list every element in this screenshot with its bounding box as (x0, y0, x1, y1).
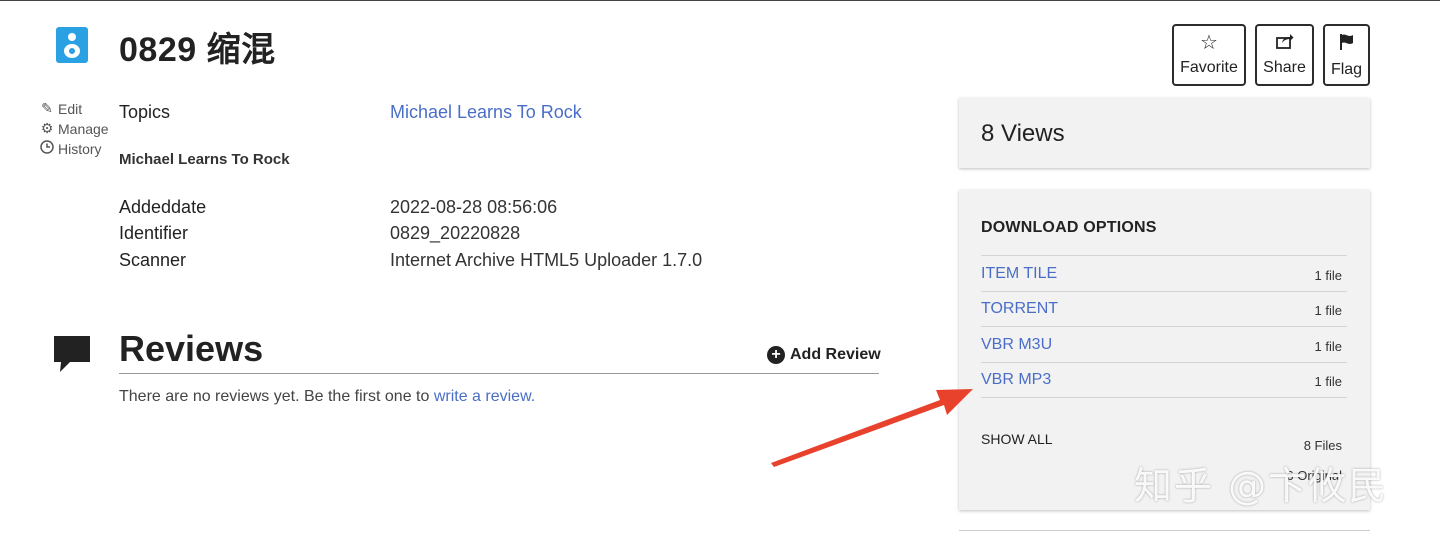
flag-button[interactable]: Flag (1323, 24, 1370, 86)
meta-key-identifier: Identifier (119, 223, 189, 243)
favorite-button[interactable]: ☆ Favorite (1172, 24, 1246, 86)
divider (981, 362, 1347, 363)
top-border (0, 0, 1440, 1)
manage-label: Manage (58, 120, 109, 137)
favorite-label: Favorite (1180, 59, 1238, 76)
edit-label: Edit (58, 100, 83, 117)
item-description: Michael Learns To Rock (119, 151, 290, 168)
next-panel-edge (959, 530, 1370, 536)
topics-link[interactable]: Michael Learns To Rock (390, 102, 582, 123)
meta-value-addeddate: 2022-08-28 08:56:06 (390, 197, 558, 217)
download-vbr-mp3-count: 1 file (1314, 374, 1342, 389)
add-review-button[interactable]: + Add Review (767, 346, 881, 364)
plus-circle-icon: + (767, 346, 785, 364)
no-reviews-text: There are no reviews yet. Be the first o… (119, 388, 434, 405)
meta-value-identifier: 0829_20220828 (390, 223, 521, 243)
watermark-text: 知乎 @卞攸民 (1134, 464, 1389, 508)
divider (981, 397, 1347, 398)
views-count: 8 Views (981, 120, 1065, 147)
no-reviews-message: There are no reviews yet. Be the first o… (119, 388, 535, 406)
download-item-tile-link[interactable]: ITEM TILE (981, 265, 1057, 283)
divider (981, 255, 1347, 256)
page-title: 0829 缩混 (119, 31, 276, 69)
speech-bubble-icon (52, 335, 92, 373)
history-link[interactable]: History (39, 140, 102, 157)
clock-icon (39, 140, 55, 157)
share-label: Share (1263, 59, 1306, 76)
share-button[interactable]: Share (1255, 24, 1314, 86)
download-vbr-m3u-link[interactable]: VBR M3U (981, 336, 1052, 354)
download-torrent-link[interactable]: TORRENT (981, 300, 1058, 318)
share-icon (1257, 33, 1312, 53)
divider (981, 291, 1347, 292)
meta-key-scanner: Scanner (119, 250, 187, 270)
download-item-tile-count: 1 file (1314, 268, 1342, 283)
reviews-title: Reviews (119, 328, 264, 369)
flag-label: Flag (1330, 61, 1363, 78)
download-torrent-count: 1 file (1314, 303, 1342, 318)
history-label: History (58, 140, 102, 157)
download-options-header: DOWNLOAD OPTIONS (981, 219, 1157, 236)
flag-icon (1325, 33, 1368, 55)
show-all-link[interactable]: SHOW ALL (981, 431, 1053, 447)
write-review-link[interactable]: write a review. (434, 388, 535, 405)
meta-key-addeddate: Addeddate (119, 197, 207, 217)
topics-key: Topics (119, 102, 171, 122)
gear-icon: ⚙ (40, 120, 54, 136)
audio-speaker-icon (56, 27, 88, 63)
edit-link[interactable]: ✎ Edit (39, 100, 82, 117)
manage-link[interactable]: ⚙ Manage (39, 120, 109, 137)
views-panel: 8 Views (959, 98, 1370, 168)
add-review-label: Add Review (790, 346, 881, 363)
download-vbr-mp3-link[interactable]: VBR MP3 (981, 371, 1051, 389)
star-icon: ☆ (1200, 32, 1218, 54)
pencil-icon: ✎ (41, 100, 53, 116)
download-vbr-m3u-count: 1 file (1314, 339, 1342, 354)
divider (981, 326, 1347, 327)
reviews-divider (119, 373, 879, 374)
files-count: 8 Files (1303, 438, 1342, 453)
meta-value-scanner: Internet Archive HTML5 Uploader 1.7.0 (390, 250, 703, 270)
